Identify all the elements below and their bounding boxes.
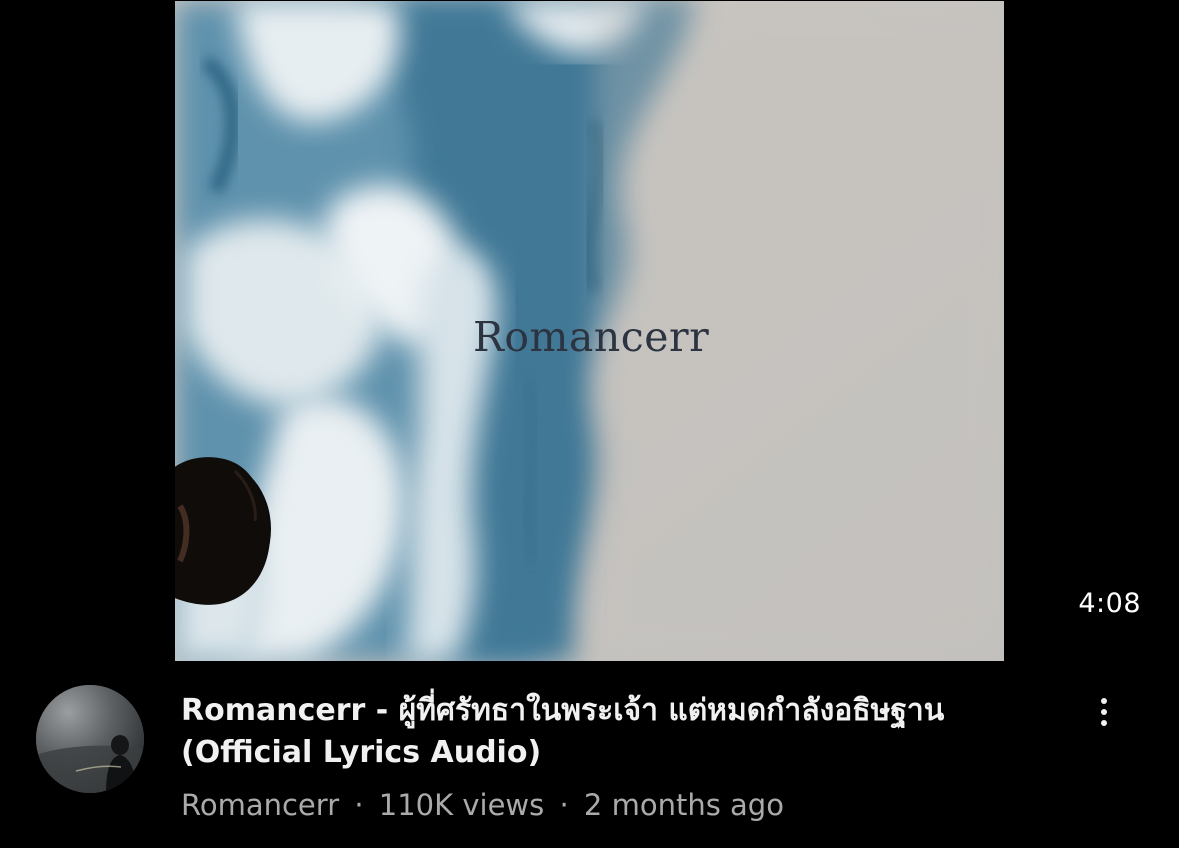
more-vert-icon xyxy=(1101,709,1107,715)
view-count: 110K views xyxy=(378,788,545,822)
metadata-separator: · xyxy=(559,788,569,822)
video-details: Romancerr - ผู้ที่ศรัทธาในพระเจ้า แต่หมด… xyxy=(181,690,1061,824)
video-thumbnail[interactable]: Romancerr 4:08 xyxy=(0,0,1179,662)
more-options-button[interactable] xyxy=(1082,690,1126,734)
channel-avatar[interactable] xyxy=(36,685,144,793)
upload-age: 2 months ago xyxy=(583,788,784,822)
channel-avatar-image xyxy=(36,685,144,793)
channel-name[interactable]: Romancerr xyxy=(181,788,339,822)
thumbnail-artwork: Romancerr xyxy=(175,1,1004,661)
thumbnail-title-text: Romancerr xyxy=(473,313,710,361)
metadata-separator: · xyxy=(354,788,364,822)
duration-badge: 4:08 xyxy=(1078,588,1141,619)
more-vert-icon xyxy=(1101,720,1107,726)
video-card: Romancerr 4:08 Romancerr - ผู้ที่ศรัทธาใ… xyxy=(0,0,1179,848)
video-metadata: Romancerr · 110K views · 2 months ago xyxy=(181,786,1061,824)
more-vert-icon xyxy=(1101,698,1107,704)
video-title[interactable]: Romancerr - ผู้ที่ศรัทธาในพระเจ้า แต่หมด… xyxy=(181,690,1061,774)
video-title-line2: (Official Lyrics Audio) xyxy=(181,735,542,770)
video-title-line1: Romancerr - ผู้ที่ศรัทธาในพระเจ้า แต่หมด… xyxy=(181,693,945,728)
